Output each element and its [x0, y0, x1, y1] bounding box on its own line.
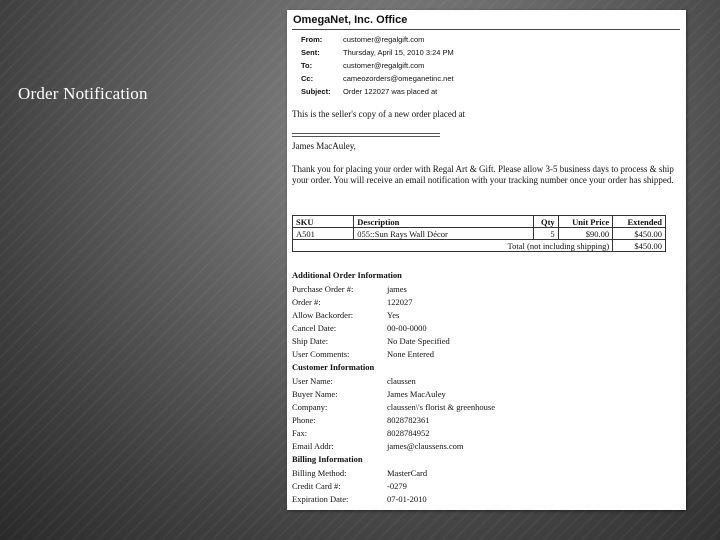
header-value: customer@regalgift.com: [343, 61, 425, 70]
header-label: To:: [301, 61, 313, 70]
double-underline: [292, 133, 440, 137]
col-extended: Extended: [612, 215, 666, 228]
cell-extended: $450.00: [612, 227, 666, 240]
info-label: Order #:: [292, 297, 321, 307]
total-value: $450.00: [612, 239, 666, 252]
info-value: 00-00-0000: [387, 323, 427, 333]
col-unit-price: Unit Price: [557, 215, 614, 228]
info-label: Company:: [292, 402, 328, 412]
info-row: Email Addr: james@claussens.com: [292, 441, 464, 451]
salutation: James MacAuley,: [292, 141, 356, 151]
slide-title: Order Notification: [18, 84, 148, 103]
info-label: Cancel Date:: [292, 323, 337, 333]
header-row-cc: Cc: cameozorders@omeganetinc.net: [301, 74, 454, 83]
additional-info-heading: Additional Order Information: [292, 270, 402, 280]
info-value: claussen: [387, 376, 416, 386]
info-value: None Entered: [387, 349, 434, 359]
header-value: customer@regalgift.com: [343, 35, 425, 44]
header-value: Thursday, April 15, 2010 3:24 PM: [343, 48, 454, 57]
info-value: Yes: [387, 310, 400, 320]
info-row: User Name: claussen: [292, 376, 416, 386]
info-label: User Name:: [292, 376, 333, 386]
header-label: From:: [301, 35, 323, 44]
col-qty: Qty: [532, 215, 559, 228]
info-row: Ship Date: No Date Specified: [292, 336, 450, 346]
header-value: Order 122027 was placed at: [343, 87, 438, 96]
info-row: Credit Card #: -0279: [292, 481, 407, 491]
info-value: MasterCard: [387, 468, 428, 478]
col-sku: SKU: [291, 215, 355, 228]
info-value: james: [387, 284, 407, 294]
info-row: Allow Backorder: Yes: [292, 310, 399, 320]
cell-qty: 5: [532, 227, 559, 240]
header-row-from: From: customer@regalgift.com: [301, 35, 424, 44]
info-row: Phone: 8028782361: [292, 415, 430, 425]
email-header: OmegaNet, Inc. Office From: customer@rega…: [287, 10, 686, 105]
info-value: James MacAuley: [387, 389, 446, 399]
billing-info-heading: Billing Information: [292, 454, 363, 464]
customer-info-heading: Customer Information: [292, 362, 375, 372]
header-label: Sent:: [301, 48, 320, 57]
info-row: Fax: 8028784952: [292, 428, 430, 438]
header-divider: [292, 29, 680, 30]
cell-description: 055::Sun Rays Wall Décor: [353, 227, 534, 240]
info-label: Billing Method:: [292, 468, 347, 478]
info-value: james@claussens.com: [387, 441, 464, 451]
header-row-sent: Sent: Thursday, April 15, 2010 3:24 PM: [301, 48, 454, 57]
info-value: No Date Specified: [387, 336, 450, 346]
info-row: User Comments: None Entered: [292, 349, 434, 359]
info-label: Credit Card #:: [292, 481, 341, 491]
company-name: OmegaNet, Inc. Office: [293, 14, 408, 26]
info-label: Fax:: [292, 428, 308, 438]
info-row: Company: claussen\'s florist & greenhouse: [292, 402, 495, 412]
col-description: Description: [353, 215, 534, 228]
info-label: Buyer Name:: [292, 389, 338, 399]
info-label: Phone:: [292, 415, 316, 425]
order-items-table: SKU Description Qty Unit Price Extended …: [291, 215, 666, 252]
info-row: Cancel Date: 00-00-0000: [292, 323, 427, 333]
order-email-document: OmegaNet, Inc. Office From: customer@rega…: [287, 10, 686, 510]
header-row-subject: Subject: Order 122027 was placed at: [301, 87, 437, 96]
info-value: -0279: [387, 481, 407, 491]
header-value: cameozorders@omeganetinc.net: [343, 74, 454, 83]
info-label: Expiration Date:: [292, 494, 349, 504]
info-label: Allow Backorder:: [292, 310, 354, 320]
total-row: Total (not including shipping) $450.00: [291, 239, 666, 252]
info-row: Purchase Order #: james: [292, 284, 407, 294]
info-row: Buyer Name: James MacAuley: [292, 389, 446, 399]
intro-text: This is the seller's copy of a new order…: [292, 109, 466, 119]
info-value: 07-01-2010: [387, 494, 427, 504]
table-row: A501 055::Sun Rays Wall Décor 5 $90.00 $…: [291, 227, 666, 240]
info-label: Purchase Order #:: [292, 284, 354, 294]
cell-unit-price: $90.00: [557, 227, 614, 240]
cell-sku: A501: [291, 227, 355, 240]
total-label: Total (not including shipping): [291, 239, 614, 252]
info-value: claussen\'s florist & greenhouse: [387, 402, 495, 412]
info-row: Order #: 122027: [292, 297, 413, 307]
header-row-to: To: customer@regalgift.com: [301, 61, 424, 70]
thank-you-message: Thank you for placing your order with Re…: [292, 164, 674, 185]
info-value: 8028784952: [387, 428, 430, 438]
info-label: Ship Date:: [292, 336, 329, 346]
info-value: 122027: [387, 297, 413, 307]
info-value: 8028782361: [387, 415, 430, 425]
info-row: Billing Method: MasterCard: [292, 468, 427, 478]
info-row: Expiration Date: 07-01-2010: [292, 494, 427, 504]
header-label: Cc:: [301, 74, 314, 83]
table-header-row: SKU Description Qty Unit Price Extended: [291, 215, 666, 228]
info-label: Email Addr:: [292, 441, 334, 451]
header-label: Subject:: [301, 87, 331, 96]
info-label: User Comments:: [292, 349, 350, 359]
